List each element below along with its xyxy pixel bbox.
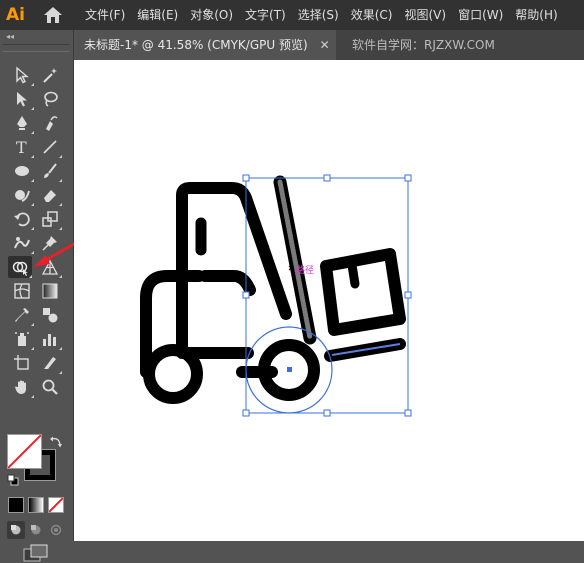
tools-panel: ◂◂ T (0, 30, 76, 562)
selection-tool-icon[interactable] (10, 64, 34, 86)
wheel-center-point (287, 367, 292, 372)
zoom-tool-icon[interactable] (38, 376, 62, 398)
screen-mode-icon[interactable] (22, 543, 50, 563)
document-tab-bar: 未标题-1* @ 41.58% (CMYK/GPU 预览) ✕ 软件自学网：RJZ… (74, 30, 584, 60)
home-icon[interactable] (41, 3, 65, 27)
shaper-tool-icon[interactable] (10, 184, 34, 206)
menu-edit[interactable]: 编辑(E) (131, 0, 184, 30)
watermark-text: 软件自学网：RJZXW.COM (352, 38, 495, 52)
menu-effect[interactable]: 效果(C) (345, 0, 399, 30)
app-logo: Ai (6, 5, 25, 25)
pointer-arrow-icon (33, 242, 76, 267)
hand-tool-icon[interactable] (10, 376, 34, 398)
shape-builder-tool-icon[interactable] (8, 256, 32, 278)
menu-file[interactable]: 文件(F) (79, 0, 131, 30)
column-graph-tool-icon[interactable] (38, 328, 62, 350)
artboard-tool-icon[interactable] (10, 352, 34, 374)
paintbrush-tool-icon[interactable] (38, 160, 62, 182)
eyedropper-tool-icon[interactable] (10, 304, 34, 326)
fill-color-swatch[interactable] (7, 434, 42, 469)
type-tool-icon[interactable]: T (10, 136, 34, 158)
cargo-box-tape (347, 260, 360, 289)
artboard-canvas[interactable]: 路径 (74, 60, 584, 541)
menu-window[interactable]: 窗口(W) (452, 0, 509, 30)
menu-select[interactable]: 选择(S) (292, 0, 345, 30)
gradient-tool-icon[interactable] (38, 280, 62, 302)
blend-tool-icon[interactable] (38, 304, 62, 326)
rotate-tool-icon[interactable] (10, 208, 34, 230)
ellipse-tool-icon[interactable] (10, 160, 34, 182)
forklift-artwork[interactable]: 路径 (74, 60, 584, 541)
default-colors-icon[interactable] (7, 474, 19, 486)
draw-normal-icon[interactable] (7, 521, 25, 539)
draw-inside-icon[interactable] (47, 521, 65, 539)
pen-tool-icon[interactable] (10, 112, 34, 134)
menu-object[interactable]: 对象(O) (184, 0, 239, 30)
document-tab-title: 未标题-1* @ 41.58% (CMYK/GPU 预览) (84, 38, 308, 52)
slice-tool-icon[interactable] (38, 352, 62, 374)
line-segment-tool-icon[interactable] (38, 136, 62, 158)
magic-wand-tool-icon[interactable] (38, 64, 62, 86)
document-tab-active[interactable]: 未标题-1* @ 41.58% (CMYK/GPU 预览) ✕ (74, 30, 336, 60)
none-mode-icon[interactable] (48, 497, 64, 513)
mesh-tool-icon[interactable] (10, 280, 34, 302)
menu-bar: Ai 文件(F) 编辑(E) 对象(O) 文字(T) 选择(S) 效果(C) 视… (0, 0, 584, 30)
rear-wheel (143, 344, 203, 404)
scale-tool-icon[interactable] (38, 208, 62, 230)
cargo-box (320, 248, 406, 336)
menu-help[interactable]: 帮助(H) (509, 0, 563, 30)
close-tab-icon[interactable]: ✕ (320, 30, 330, 60)
symbol-sprayer-tool-icon[interactable] (10, 328, 34, 350)
menu-type[interactable]: 文字(T) (239, 0, 292, 30)
lasso-tool-icon[interactable] (38, 88, 62, 110)
draw-behind-icon[interactable] (27, 521, 45, 539)
collapse-panel-icon[interactable]: ◂◂ (6, 32, 14, 41)
svg-text:T: T (16, 138, 27, 156)
path-hover-label: 路径 (296, 264, 314, 276)
panel-grip[interactable] (2, 44, 70, 52)
swap-fill-stroke-icon[interactable] (49, 435, 63, 449)
curvature-tool-icon[interactable] (38, 112, 62, 134)
color-mode-icon[interactable] (8, 497, 24, 513)
forklift-seat-back (199, 270, 256, 296)
menu-view[interactable]: 视图(V) (398, 0, 452, 30)
direct-selection-tool-icon[interactable] (10, 88, 34, 110)
gradient-mode-icon[interactable] (28, 497, 44, 513)
eraser-tool-icon[interactable] (38, 184, 62, 206)
